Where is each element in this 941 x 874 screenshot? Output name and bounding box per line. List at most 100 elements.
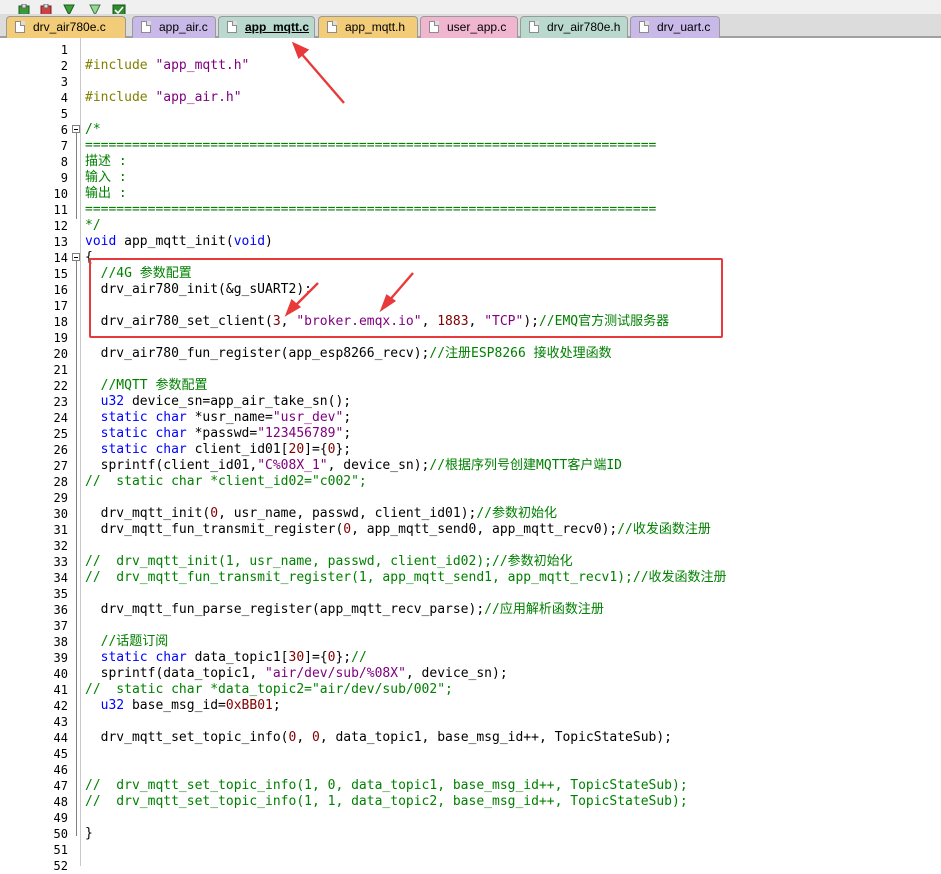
code-token: , device_sn); (405, 666, 508, 681)
code-line[interactable]: // static char *client_id02="c002"; (85, 474, 367, 490)
file-icon (639, 21, 649, 33)
code-token: ; (272, 698, 281, 713)
code-token: 0 (311, 730, 320, 745)
code-token: "air/dev/sub/%08X" (265, 666, 406, 681)
code-token: 20 (288, 442, 305, 457)
code-token: *passwd= (186, 426, 258, 441)
code-line[interactable]: #include "app_air.h" (85, 90, 242, 106)
line-number: 35 (53, 587, 68, 601)
code-line[interactable]: u32 base_msg_id=0xBB01; (85, 698, 281, 714)
code-line[interactable]: // drv_mqtt_init(1, usr_name, passwd, cl… (85, 554, 573, 570)
code-line[interactable]: */ (85, 218, 101, 234)
rebuild-icon[interactable] (40, 1, 54, 16)
code-token: // drv_mqtt_fun_transmit_register(1, app… (85, 570, 727, 585)
code-token: //参数初始化 (476, 506, 557, 521)
line-number: 14 (53, 251, 68, 265)
code-token: // static char *client_id02="c002"; (85, 474, 367, 489)
file-icon (141, 21, 151, 33)
code-token: data_topic1[ (186, 650, 289, 665)
tab-app-mqtt-c[interactable]: app_mqtt.c (218, 16, 315, 38)
code-token: drv_air780_fun_register(app_esp8266_recv… (85, 346, 430, 361)
fold-guide (76, 261, 77, 836)
code-line[interactable]: 输入 : (85, 170, 127, 186)
code-token: 输出 : (85, 186, 127, 201)
code-line[interactable]: drv_mqtt_fun_transmit_register(0, app_mq… (85, 522, 711, 538)
code-token: } (85, 826, 93, 841)
line-number: 26 (53, 443, 68, 457)
file-icon (429, 21, 439, 33)
code-token: "app_mqtt.h" (155, 58, 250, 73)
code-line[interactable]: 输出 : (85, 186, 127, 202)
code-line[interactable]: u32 device_sn=app_air_take_sn(); (85, 394, 351, 410)
code-token: *usr_name= (186, 410, 273, 425)
check-icon[interactable] (112, 1, 126, 16)
line-number: 46 (53, 763, 68, 777)
code-line[interactable]: drv_air780_fun_register(app_esp8266_recv… (85, 346, 612, 362)
code-token: #include (85, 58, 156, 73)
line-number: 13 (53, 235, 68, 249)
code-line[interactable]: static char client_id01[20]={0}; (85, 442, 351, 458)
code-line[interactable]: static char *passwd="123456789"; (85, 426, 351, 442)
code-token: u32 (100, 698, 125, 713)
tab-app-mqtt-h[interactable]: app_mqtt.h (318, 16, 418, 38)
line-number: 23 (53, 395, 68, 409)
tab-drv-air780e-c[interactable]: drv_air780e.c (6, 16, 126, 38)
tab-drv-uart-c[interactable]: drv_uart.c (630, 16, 720, 38)
line-number: 24 (53, 411, 68, 425)
code-line[interactable]: ========================================… (85, 202, 656, 218)
code-line[interactable]: // static char *data_topic2="air/dev/sub… (85, 682, 453, 698)
tab-label: app_mqtt.c (245, 20, 310, 34)
line-number: 7 (60, 139, 68, 153)
code-line[interactable]: //MQTT 参数配置 (85, 378, 208, 394)
code-token: sprintf(client_id01, (85, 458, 258, 473)
code-line[interactable]: // drv_mqtt_fun_transmit_register(1, app… (85, 570, 727, 586)
code-line[interactable]: // drv_mqtt_set_topic_info(1, 1, data_to… (85, 794, 688, 810)
code-editor[interactable]: 1 2 #include "app_mqtt.h" 3 4 #include "app_a… (0, 38, 941, 873)
tab-app-air-c[interactable]: app_air.c (132, 16, 216, 38)
code-token: "C%08X_1" (257, 458, 328, 473)
tab-user-app-c[interactable]: user_app.c (420, 16, 518, 38)
line-number: 17 (53, 299, 68, 313)
line-number: 6 (60, 123, 68, 137)
code-line[interactable]: //话题订阅 (85, 634, 169, 650)
tab-label: app_air.c (159, 20, 208, 34)
tab-drv-air780e-h[interactable]: drv_air780e.h (520, 16, 628, 38)
download-icon[interactable] (62, 1, 76, 17)
code-line[interactable]: sprintf(data_topic1, "air/dev/sub/%08X",… (85, 666, 508, 682)
code-token: ========================================… (85, 202, 657, 217)
code-line[interactable]: 描述 : (85, 154, 127, 170)
code-token: // drv_mqtt_set_topic_info(1, 1, data_to… (85, 794, 688, 809)
code-token: // static char *data_topic2="air/dev/sub… (85, 682, 453, 697)
build-icon[interactable] (18, 1, 32, 16)
code-line[interactable]: // drv_mqtt_set_topic_info(1, 0, data_to… (85, 778, 688, 794)
code-token: // drv_mqtt_set_topic_info(1, 0, data_to… (85, 778, 688, 793)
code-line[interactable]: } (85, 826, 93, 842)
code-token: //收发函数注册 (617, 522, 711, 537)
code-line[interactable]: static char data_topic1[30]={0};// (85, 650, 367, 666)
line-number: 12 (53, 219, 68, 233)
toolbar (0, 0, 941, 17)
code-line[interactable]: drv_mqtt_fun_parse_register(app_mqtt_rec… (85, 602, 604, 618)
file-icon (529, 21, 539, 33)
code-token: drv_mqtt_set_topic_info( (85, 730, 289, 745)
code-line[interactable]: #include "app_mqtt.h" (85, 58, 249, 74)
code-token: static (100, 650, 148, 665)
code-line[interactable]: static char *usr_name="usr_dev"; (85, 410, 351, 426)
line-number: 37 (53, 619, 68, 633)
code-line[interactable]: sprintf(client_id01,"C%08X_1", device_sn… (85, 458, 622, 474)
code-line[interactable]: drv_mqtt_set_topic_info(0, 0, data_topic… (85, 730, 672, 746)
code-line[interactable]: ========================================… (85, 138, 656, 154)
code-token: drv_mqtt_init( (85, 506, 211, 521)
line-number: 36 (53, 603, 68, 617)
debug-icon[interactable] (88, 1, 102, 17)
fold-toggle-icon[interactable] (72, 125, 80, 133)
line-number: 41 (53, 683, 68, 697)
fold-toggle-icon[interactable] (72, 253, 80, 261)
code-line[interactable]: /* (85, 122, 101, 138)
code-token: , device_sn); (327, 458, 430, 473)
code-token: device_sn=app_air_take_sn(); (124, 394, 352, 409)
code-line[interactable]: drv_mqtt_init(0, usr_name, passwd, clien… (85, 506, 557, 522)
code-line[interactable]: void app_mqtt_init(void) (85, 234, 273, 250)
